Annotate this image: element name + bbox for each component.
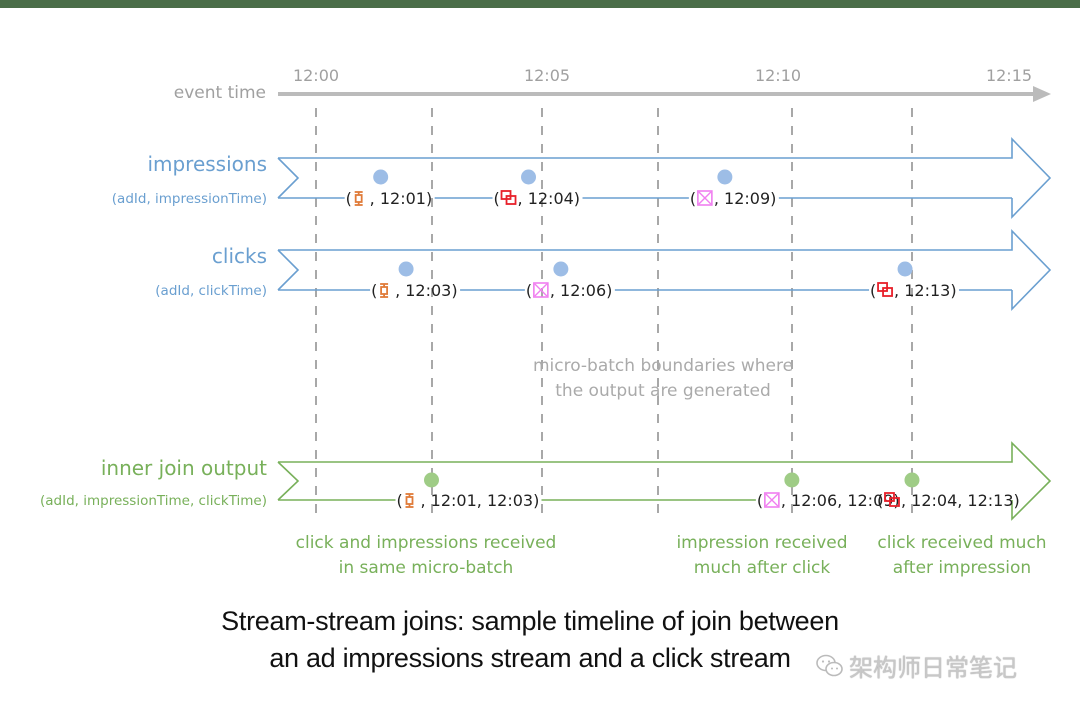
event-paren-open: (: [690, 189, 696, 208]
event: ( , 12:04): [494, 169, 581, 208]
stream-clicks: clicks (adId, clickTime) ( , 12:03) ( , 12:06…: [155, 229, 1052, 311]
event-paren-open: (: [870, 281, 876, 300]
axis-tick-label: 12:00: [293, 66, 339, 85]
event-dot: [424, 472, 439, 488]
event-time: , 12:03): [395, 281, 458, 300]
output-note: click and impressions received: [296, 533, 557, 553]
caption-line-1: Stream-stream joins: sample timeline of …: [221, 606, 839, 636]
event-dot: [904, 472, 920, 488]
stream-arrow-tail: [277, 249, 300, 291]
event-paren-open: (: [494, 189, 500, 208]
output-note: much after click: [694, 558, 831, 578]
event-time: , 12:01, 12:03): [421, 491, 540, 510]
stream-title: clicks: [212, 244, 267, 268]
event-paren-open: (: [397, 491, 403, 510]
boundaries-note: the output are generated: [555, 381, 770, 401]
axis-label: event time: [174, 83, 266, 103]
event: ( , 12:13): [870, 261, 957, 300]
event: ( , 12:03): [371, 261, 458, 300]
event-dot: [373, 169, 389, 185]
stream-title: inner join output: [101, 456, 267, 480]
axis-tick-label: 12:05: [524, 66, 570, 85]
wechat-icon: [816, 654, 843, 676]
boundaries-note: micro-batch boundaries where: [533, 356, 793, 376]
event-dot: [897, 261, 913, 277]
annotations: micro-batch boundaries where the output a…: [296, 356, 1047, 578]
event: ( , 12:09): [690, 169, 777, 208]
red-ad-icon: [500, 190, 517, 205]
output-note: after impression: [893, 558, 1031, 578]
orange-ad-icon: [380, 283, 389, 298]
event-time: , 12:06): [550, 281, 613, 300]
event-paren-open: (: [371, 281, 377, 300]
axis-tick-label: 12:15: [986, 66, 1032, 85]
watermark: 架构师日常笔记: [815, 648, 1017, 683]
timeline-diagram: event time 12:00 12:05 12:10 12:15 impressio…: [40, 66, 1052, 578]
pink-ad-icon: [697, 190, 713, 206]
event-dot: [784, 472, 800, 488]
orange-ad-icon: [405, 493, 414, 508]
red-ad-icon: [877, 282, 893, 297]
icon-part: [380, 286, 388, 295]
event: ( , 12:01): [346, 169, 433, 208]
event-time: , 12:09): [714, 189, 777, 208]
micro-batch-boundaries: [315, 108, 913, 518]
watermark-text: 架构师日常笔记: [849, 654, 1017, 682]
event-time-axis: event time 12:00 12:05 12:10 12:15: [174, 66, 1051, 103]
stream-arrow-tail: [277, 461, 300, 501]
event-paren-open: (: [757, 491, 763, 510]
stream-schema: (adId, impressionTime): [112, 191, 267, 207]
event-time: , 12:04): [518, 189, 581, 208]
stream-impressions: impressions (adId, impressionTime) ( , 12:0…: [112, 137, 1052, 219]
stream-title: impressions: [147, 152, 267, 176]
event-dot: [717, 169, 733, 185]
output-note: impression received: [676, 533, 847, 553]
stream-inner-join-output: inner join output (adId, impressionTime, …: [40, 441, 1052, 521]
stream-schema: (adId, clickTime): [155, 283, 267, 299]
output-note: click received much: [877, 533, 1046, 553]
axis-tick-label: 12:10: [755, 66, 801, 85]
event-dot: [521, 169, 537, 185]
event: ( , 12:06): [526, 261, 613, 300]
event-time: , 12:13): [894, 281, 957, 300]
event-paren-open: (: [526, 281, 532, 300]
pink-ad-icon: [764, 492, 780, 508]
event: ( , 12:01, 12:03): [397, 472, 540, 510]
orange-ad-icon: [354, 191, 363, 206]
streams: impressions (adId, impressionTime) ( , 12:0…: [40, 137, 1052, 521]
pink-ad-icon: [533, 282, 549, 298]
event-paren-open: (: [877, 491, 883, 510]
icon-part: [354, 194, 363, 203]
output-note: in same micro-batch: [339, 558, 514, 578]
event-time: , 12:04, 12:13): [901, 491, 1020, 510]
event-dot: [398, 261, 414, 277]
event-dot: [553, 261, 569, 277]
event-time: , 12:01): [370, 189, 433, 208]
axis-arrowhead: [1033, 86, 1051, 102]
icon-part: [405, 496, 414, 505]
stream-arrow-tail: [277, 157, 300, 199]
event-paren-open: (: [346, 189, 352, 208]
stream-schema: (adId, impressionTime, clickTime): [40, 493, 267, 509]
